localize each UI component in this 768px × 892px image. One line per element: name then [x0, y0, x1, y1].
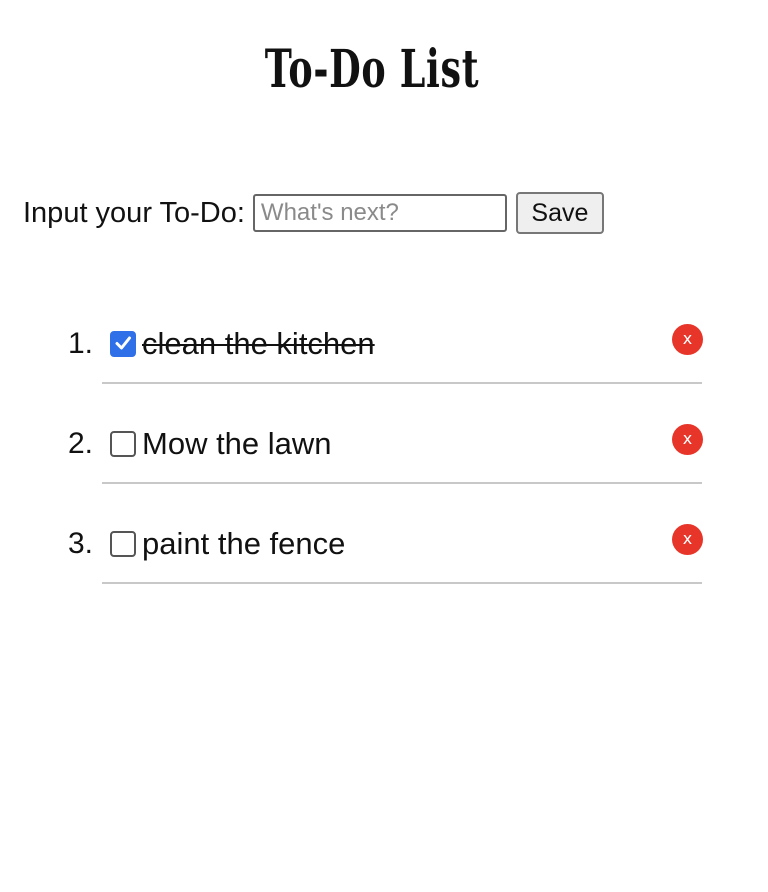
todo-input-row: Input your To-Do: Save — [23, 192, 604, 234]
todo-checkbox[interactable] — [110, 531, 136, 557]
todo-item: 1. clean the kitchen x — [0, 300, 768, 400]
delete-todo-button[interactable]: x — [672, 524, 703, 555]
todo-item-text: Mow the lawn — [142, 426, 332, 461]
todo-app: To-Do List Input your To-Do: Save 1. cle… — [0, 0, 768, 892]
todo-item-text: clean the kitchen — [142, 326, 375, 361]
checkmark-icon — [115, 336, 131, 350]
page-title: To-Do List — [264, 39, 480, 100]
delete-todo-button[interactable]: x — [672, 324, 703, 355]
todo-item-number: 2. — [68, 427, 94, 460]
save-button[interactable]: Save — [515, 192, 604, 234]
todo-input[interactable] — [252, 194, 507, 232]
todo-checkbox[interactable] — [110, 431, 136, 457]
todo-checkbox[interactable] — [110, 331, 136, 357]
todo-item-text: paint the fence — [142, 526, 346, 561]
todo-item: 2. Mow the lawn x — [0, 400, 768, 500]
todo-item-number: 1. — [68, 327, 94, 360]
todo-item-number: 3. — [68, 527, 94, 560]
todo-item: 3. paint the fence x — [0, 500, 768, 600]
todo-item-row: paint the fence x — [102, 500, 703, 584]
todo-input-label: Input your To-Do: — [23, 196, 245, 229]
todo-item-row: Mow the lawn x — [102, 400, 703, 484]
todo-list: 1. clean the kitchen x 2. Mow the lawn x… — [0, 300, 768, 600]
todo-item-row: clean the kitchen x — [102, 300, 703, 384]
delete-todo-button[interactable]: x — [672, 424, 703, 455]
